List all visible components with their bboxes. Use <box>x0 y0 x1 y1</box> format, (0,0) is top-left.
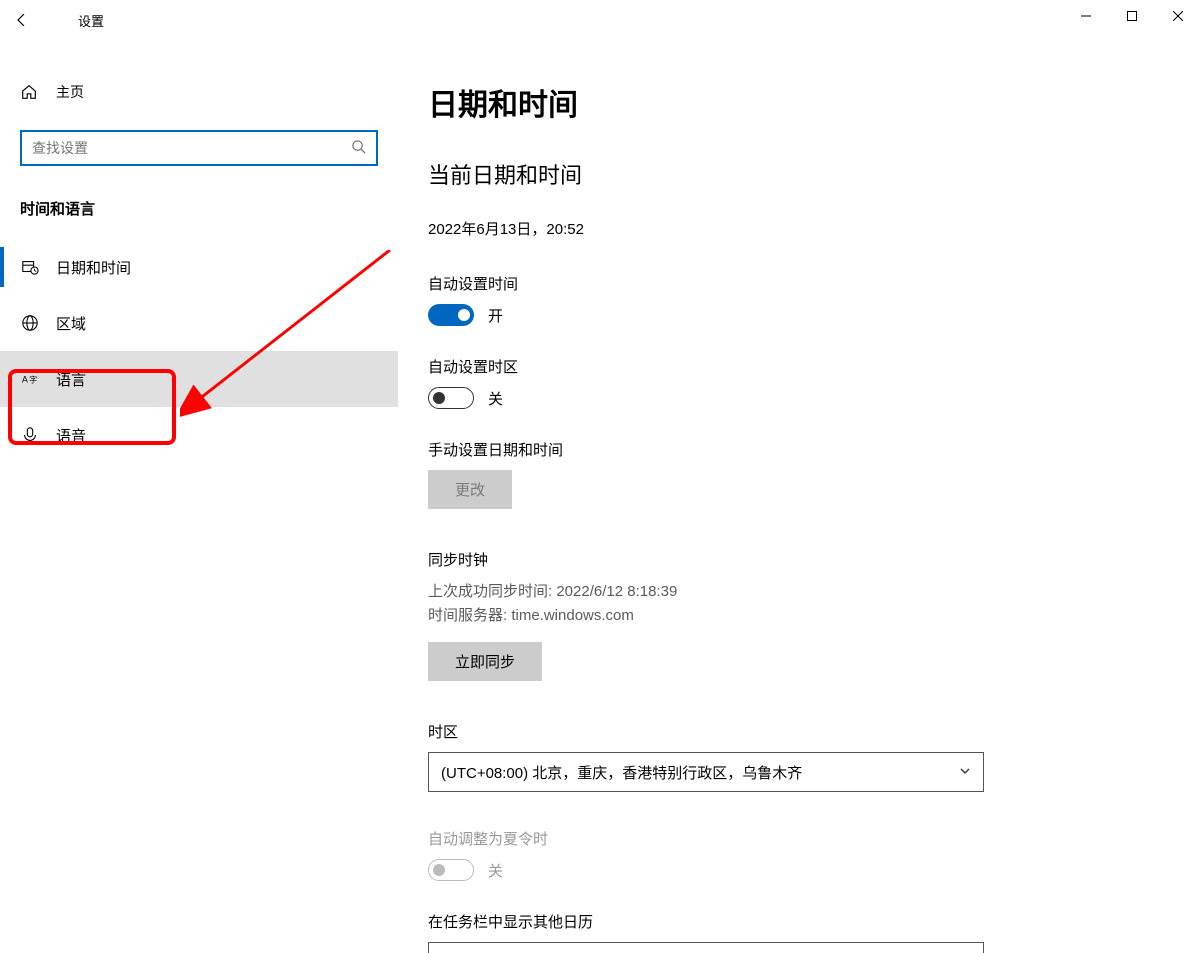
alt-calendar-dropdown[interactable]: 简体中文(农历) <box>428 942 984 953</box>
window-title: 设置 <box>78 11 104 30</box>
timezone-value: (UTC+08:00) 北京，重庆，香港特别行政区，乌鲁木齐 <box>441 762 802 783</box>
manual-datetime-label: 手动设置日期和时间 <box>428 439 1201 460</box>
chevron-down-icon <box>959 764 971 781</box>
search-icon <box>351 139 366 157</box>
microphone-icon <box>20 426 40 444</box>
sidebar-item-label: 语音 <box>56 425 86 446</box>
sidebar-section-title: 时间和语言 <box>0 198 398 219</box>
globe-icon <box>20 314 40 332</box>
titlebar: 设置 <box>0 0 1201 40</box>
dst-label: 自动调整为夏令时 <box>428 828 1201 849</box>
auto-timezone-toggle[interactable] <box>428 387 474 409</box>
close-icon <box>1173 11 1183 21</box>
timezone-label: 时区 <box>428 721 1201 742</box>
language-icon: A字 <box>20 370 40 388</box>
sidebar-item-datetime[interactable]: 日期和时间 <box>0 239 398 295</box>
dst-state: 关 <box>488 860 503 881</box>
svg-text:字: 字 <box>29 375 37 385</box>
maximize-icon <box>1127 11 1137 21</box>
sync-clock-info: 上次成功同步时间: 2022/6/12 8:18:39 时间服务器: time.… <box>428 580 1201 628</box>
timezone-dropdown[interactable]: (UTC+08:00) 北京，重庆，香港特别行政区，乌鲁木齐 <box>428 752 984 792</box>
minimize-icon <box>1081 11 1091 21</box>
current-datetime-value: 2022年6月13日，20:52 <box>428 218 1201 239</box>
change-button[interactable]: 更改 <box>428 470 512 509</box>
home-label: 主页 <box>56 82 84 102</box>
minimize-button[interactable] <box>1063 0 1109 32</box>
current-datetime-heading: 当前日期和时间 <box>428 158 1201 190</box>
alt-calendar-label: 在任务栏中显示其他日历 <box>428 911 1201 932</box>
sidebar-item-label: 语言 <box>56 369 86 390</box>
window-controls <box>1063 0 1201 32</box>
content-area: 主页 时间和语言 日期和时间 区域 A字 语言 <box>0 40 1201 953</box>
sidebar-item-label: 区域 <box>56 313 86 334</box>
close-button[interactable] <box>1155 0 1201 32</box>
last-sync-time: 上次成功同步时间: 2022/6/12 8:18:39 <box>428 580 1201 604</box>
auto-timezone-state: 关 <box>488 388 503 409</box>
auto-time-label: 自动设置时间 <box>428 273 1201 294</box>
auto-time-state: 开 <box>488 305 503 326</box>
main-panel: 日期和时间 当前日期和时间 2022年6月13日，20:52 自动设置时间 开 … <box>398 40 1201 953</box>
sidebar-item-speech[interactable]: 语音 <box>0 407 398 463</box>
sidebar-item-language[interactable]: A字 语言 <box>0 351 398 407</box>
search-box[interactable] <box>20 130 378 166</box>
maximize-button[interactable] <box>1109 0 1155 32</box>
time-server: 时间服务器: time.windows.com <box>428 604 1201 628</box>
sync-now-button[interactable]: 立即同步 <box>428 642 542 681</box>
home-icon <box>20 83 38 101</box>
search-input[interactable] <box>32 140 351 156</box>
sidebar-item-label: 日期和时间 <box>56 257 131 278</box>
active-indicator <box>0 247 4 287</box>
auto-time-toggle[interactable] <box>428 304 474 326</box>
sidebar-item-region[interactable]: 区域 <box>0 295 398 351</box>
arrow-left-icon <box>14 12 30 28</box>
sidebar: 主页 时间和语言 日期和时间 区域 A字 语言 <box>0 40 398 953</box>
svg-text:A: A <box>22 375 28 385</box>
page-title: 日期和时间 <box>428 80 1201 124</box>
home-link[interactable]: 主页 <box>0 72 398 112</box>
calendar-clock-icon <box>20 258 40 276</box>
dst-toggle <box>428 859 474 881</box>
auto-timezone-label: 自动设置时区 <box>428 356 1201 377</box>
back-button[interactable] <box>0 0 44 40</box>
sync-clock-heading: 同步时钟 <box>428 549 1201 570</box>
